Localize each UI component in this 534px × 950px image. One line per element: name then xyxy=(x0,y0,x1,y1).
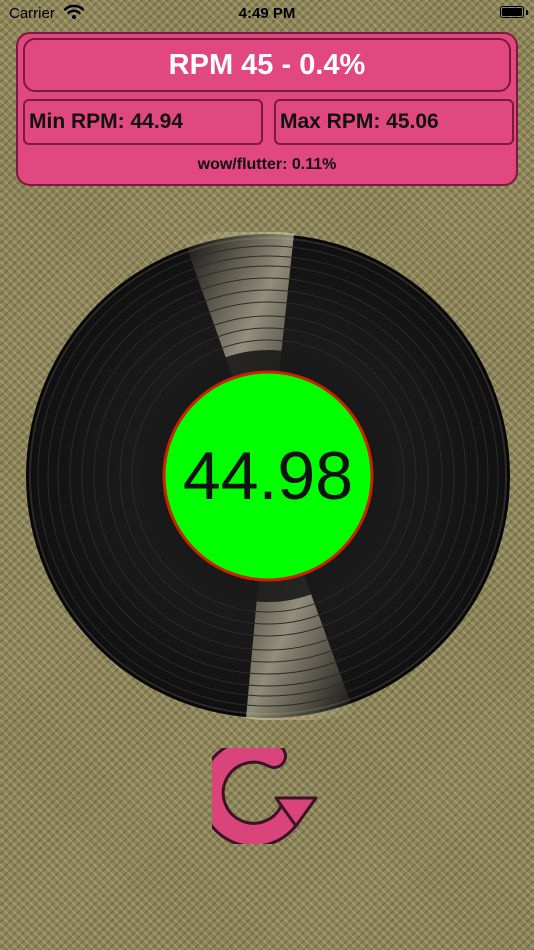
refresh-icon xyxy=(198,737,318,848)
min-rpm-label: Min RPM: 44.94 xyxy=(29,110,184,133)
min-rpm-box: Min RPM: 44.94 xyxy=(23,99,263,145)
max-rpm-box: Max RPM: 45.06 xyxy=(274,99,514,145)
battery-icon xyxy=(500,6,524,18)
rpm-target-header: RPM 45 - 0.4% xyxy=(23,38,511,92)
rpm-info-panel: RPM 45 - 0.4% Min RPM: 44.94 Max RPM: 45… xyxy=(16,32,518,186)
current-rpm-readout: 44.98 xyxy=(182,438,354,514)
max-rpm-label: Max RPM: 45.06 xyxy=(280,110,439,133)
wow-flutter-label: wow/flutter: 0.11% xyxy=(197,156,337,173)
battery-tip xyxy=(526,10,528,15)
refresh-button[interactable] xyxy=(198,737,320,848)
status-bar: Carrier 4:49 PM xyxy=(0,0,534,28)
status-time: 4:49 PM xyxy=(238,5,296,22)
